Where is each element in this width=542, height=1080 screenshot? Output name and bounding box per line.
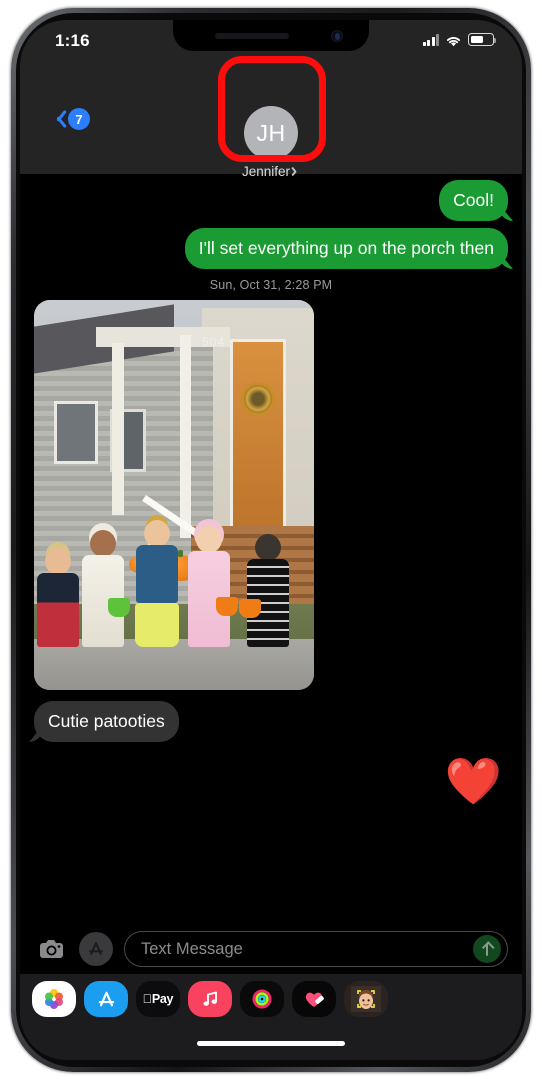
back-button[interactable]: 7 [52,108,90,130]
digital-touch-app-icon[interactable] [292,981,336,1017]
contact-name: Jennifer [241,164,291,179]
child-in-costume [238,534,289,648]
avatar[interactable]: JH [244,106,298,160]
battery-icon [468,33,497,46]
display-notch [173,20,369,51]
emoji-message-heart[interactable]: ❤️ [445,758,508,804]
app-store-app-icon[interactable] [84,981,128,1017]
unread-count-badge: 7 [68,108,90,130]
contact-header-button[interactable]: JH Jennifer [242,106,300,179]
music-app-icon[interactable] [188,981,232,1017]
send-button[interactable] [473,935,501,963]
app-store-icon[interactable] [79,932,113,966]
message-row: ❤️ [34,758,508,804]
message-input-field[interactable]: Text Message [124,931,508,967]
message-row: 504 [34,300,508,694]
camera-icon[interactable] [34,932,68,966]
message-thread[interactable]: Cool! I'll set everything up on the porc… [20,174,522,924]
message-row: I'll set everything up on the porch then [34,228,508,270]
fitness-app-icon[interactable] [240,981,284,1017]
conversation-header: 7 JH Jennifer [20,64,522,179]
cellular-signal-icon [422,34,439,46]
phone-screen: 1:16 7 JH Jennifer Cool! I'll set everyt… [20,20,522,1060]
imessage-app-drawer: Pay [20,974,522,1024]
photos-app-icon[interactable] [32,981,76,1017]
message-input-bar: Text Message [20,924,522,974]
status-indicators [422,33,497,47]
timestamp-divider: Sun, Oct 31, 2:28 PM [209,278,333,293]
send-arrow-icon [482,942,493,956]
front-camera-icon [331,30,343,42]
child-in-costume [81,530,130,648]
status-time: 1:16 [55,31,90,50]
message-bubble-outgoing[interactable]: Cool! [439,180,508,222]
home-indicator-bar[interactable] [197,1040,345,1046]
child-in-costume [36,548,79,648]
child-in-costume [134,520,179,648]
photo-attachment[interactable]: 504 [34,300,314,691]
back-chevron-icon [52,108,65,130]
message-bubble-outgoing[interactable]: I'll set everything up on the porch then [184,228,508,270]
message-row: Cutie patooties [34,701,508,743]
wifi-icon [445,34,462,47]
child-in-costume [188,526,238,648]
message-row: Cool! [34,180,508,222]
contact-name-row[interactable]: Jennifer [242,164,300,179]
house-number: 504 [202,335,226,350]
message-bubble-incoming[interactable]: Cutie patooties [34,701,179,743]
apple-pay-app-icon[interactable]: Pay [136,981,180,1017]
message-input-placeholder: Text Message [141,939,243,958]
chevron-right-icon [293,166,300,177]
earpiece-speaker-icon [215,33,289,39]
wreath-decoration [241,381,275,416]
memoji-app-icon[interactable] [344,981,388,1017]
